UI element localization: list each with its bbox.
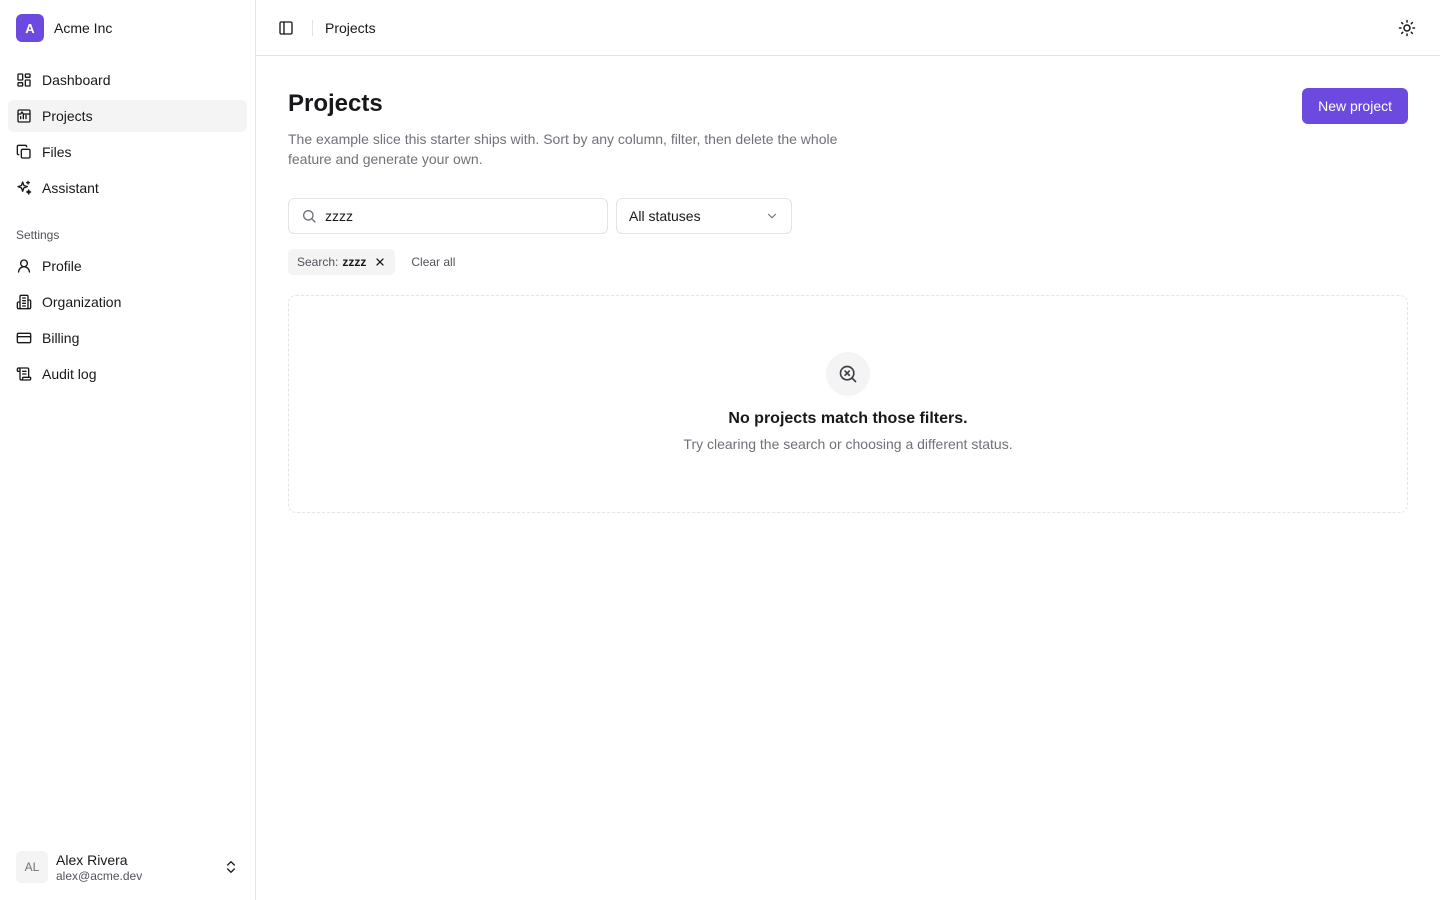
sidebar-item-projects[interactable]: Projects — [8, 100, 247, 132]
filter-bar: All statuses — [288, 198, 1408, 234]
org-switcher[interactable]: A Acme Inc — [0, 0, 255, 56]
sidebar: A Acme Inc Dashboard Projects Files Assi… — [0, 0, 256, 900]
sidebar-item-dashboard[interactable]: Dashboard — [8, 64, 247, 96]
new-project-button[interactable]: New project — [1302, 88, 1408, 124]
credit-card-icon — [16, 332, 32, 344]
page-header: Projects The example slice this starter … — [288, 88, 1408, 169]
sidebar-item-label: Billing — [42, 330, 80, 346]
chip-value: zzzz — [342, 255, 367, 269]
sidebar-item-label: Audit log — [42, 366, 97, 382]
page-description: The example slice this starter ships wit… — [288, 131, 838, 167]
chevrons-up-down-icon[interactable] — [223, 859, 239, 875]
sparkles-icon — [17, 180, 32, 195]
status-select-value: All statuses — [629, 208, 701, 224]
search-input[interactable] — [325, 208, 595, 224]
primary-nav: Dashboard Projects Files Assistant — [0, 56, 255, 204]
search-x-icon — [839, 365, 857, 383]
page-content: Projects The example slice this starter … — [256, 56, 1440, 513]
sidebar-item-files[interactable]: Files — [8, 136, 247, 168]
sidebar-item-organization[interactable]: Organization — [8, 286, 247, 318]
user-menu[interactable]: AL Alex Rivera alex@acme.dev — [0, 834, 255, 900]
scroll-icon — [16, 367, 32, 381]
sun-icon[interactable] — [1398, 19, 1416, 37]
topbar: Projects — [256, 0, 1440, 56]
user-name: Alex Rivera — [56, 851, 128, 868]
sidebar-item-label: Organization — [42, 294, 122, 310]
sidebar-item-label: Files — [42, 144, 72, 160]
close-icon[interactable] — [374, 256, 386, 268]
sidebar-item-billing[interactable]: Billing — [8, 322, 247, 354]
sidebar-item-label: Assistant — [42, 180, 99, 196]
sidebar-item-label: Profile — [42, 258, 82, 274]
filter-chip-search: Search: zzzz — [288, 249, 396, 275]
empty-state-title: No projects match those filters. — [728, 410, 968, 427]
empty-state-icon-wrap — [826, 352, 870, 396]
settings-section-label: Settings — [16, 228, 60, 242]
user-icon — [18, 259, 30, 273]
chevron-down-icon — [767, 213, 777, 219]
clear-all-button[interactable]: Clear all — [411, 255, 455, 269]
empty-state-description: Try clearing the search or choosing a di… — [683, 436, 1013, 452]
search-box[interactable] — [288, 198, 608, 234]
page-title: Projects — [288, 90, 383, 117]
topbar-divider — [312, 19, 313, 36]
app-shell: A Acme Inc Dashboard Projects Files Assi… — [0, 0, 1440, 900]
dashboard-icon — [17, 73, 31, 87]
status-select[interactable]: All statuses — [616, 198, 792, 234]
active-filters: Search: zzzz Clear all — [288, 249, 1408, 275]
org-name: Acme Inc — [54, 20, 113, 36]
sidebar-item-audit-log[interactable]: Audit log — [8, 358, 247, 390]
building-icon — [16, 294, 32, 310]
search-icon — [303, 210, 316, 223]
sidebar-toggle-icon[interactable] — [278, 20, 294, 36]
user-email: alex@acme.dev — [56, 868, 143, 883]
avatar: AL — [16, 851, 48, 883]
org-logo: A — [16, 14, 44, 42]
empty-state: No projects match those filters. Try cle… — [288, 295, 1408, 513]
files-icon — [16, 144, 31, 159]
settings-nav: Profile Organization Billing Audit log — [0, 250, 255, 390]
breadcrumb: Projects — [325, 19, 376, 36]
chip-label: Search: — [297, 255, 339, 269]
projects-icon — [17, 109, 31, 123]
sidebar-item-profile[interactable]: Profile — [8, 250, 247, 282]
sidebar-item-label: Projects — [42, 108, 93, 124]
sidebar-item-label: Dashboard — [42, 72, 111, 88]
main-area: Projects Projects The example slice this… — [256, 0, 1440, 900]
user-info: Alex Rivera alex@acme.dev — [56, 852, 215, 883]
sidebar-item-assistant[interactable]: Assistant — [8, 172, 247, 204]
